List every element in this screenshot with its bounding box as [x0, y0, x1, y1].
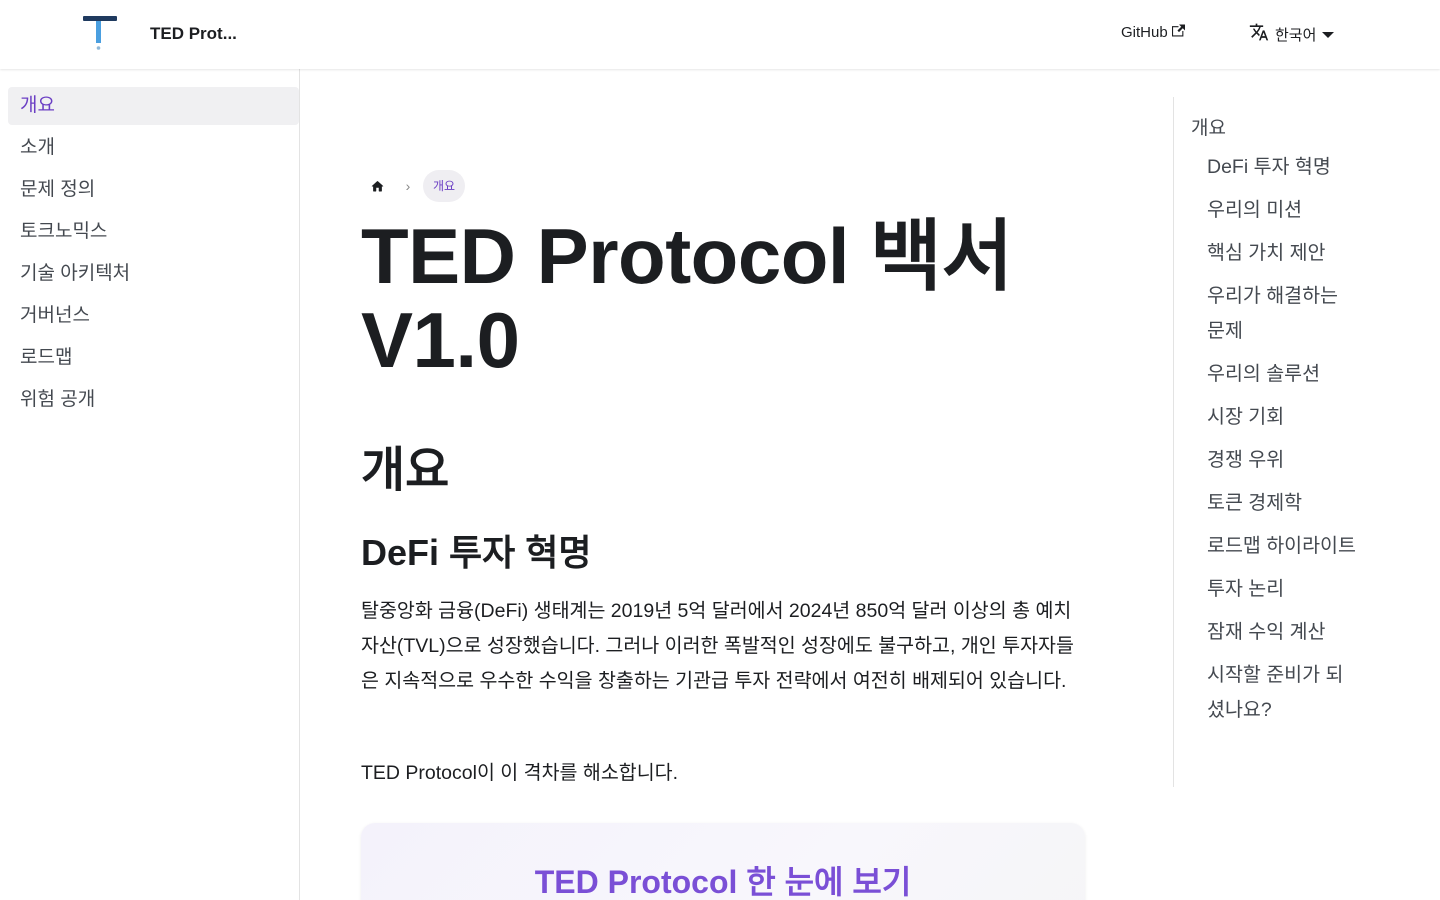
- sidebar-item-tokenomics[interactable]: 토크노믹스: [8, 213, 299, 251]
- github-link[interactable]: GitHub: [1121, 24, 1185, 41]
- ted-logo-icon: [82, 14, 118, 54]
- toc-item[interactable]: 우리의 솔루션: [1207, 357, 1359, 392]
- sidebar-item-introduction[interactable]: 소개: [8, 129, 299, 167]
- github-label: GitHub: [1121, 24, 1168, 41]
- language-label: 한국어: [1275, 26, 1317, 44]
- breadcrumb-current: 개요: [423, 170, 466, 202]
- toc-item[interactable]: 우리의 미션: [1207, 193, 1359, 228]
- sidebar: 개요 소개 문제 정의 토크노믹스 기술 아키텍처 거버넌스 로드맵 위험 공개: [0, 69, 300, 900]
- breadcrumb: › 개요: [361, 170, 466, 202]
- section-heading: 개요: [361, 444, 450, 497]
- summary-paragraph: TED Protocol이 이 격차를 해소합니다.: [361, 762, 679, 784]
- navbar: TED Prot... GitHub 한국어: [0, 0, 1440, 69]
- caret-down-icon: [1322, 26, 1335, 43]
- external-link-icon: [1171, 24, 1185, 41]
- toc-item[interactable]: 토큰 경제학: [1207, 486, 1359, 521]
- intro-paragraph: 탈중앙화 금융(DeFi) 생태계는 2019년 5억 달러에서 2024년 8…: [361, 600, 1074, 692]
- toc-item[interactable]: 투자 논리: [1207, 572, 1359, 607]
- chevron-right-icon: ›: [405, 178, 411, 194]
- toc-item-overview[interactable]: 개요: [1191, 116, 1373, 142]
- sidebar-item-overview[interactable]: 개요: [8, 87, 299, 125]
- subsection-heading: DeFi 투자 혁명: [361, 532, 592, 573]
- brand-link[interactable]: TED Prot...: [82, 14, 237, 54]
- sidebar-item-governance[interactable]: 거버넌스: [8, 297, 299, 335]
- overview-card: TED Protocol 한 눈에 보기: [361, 823, 1085, 900]
- sidebar-item-architecture[interactable]: 기술 아키텍처: [8, 255, 299, 293]
- brand-title: TED Prot...: [150, 24, 237, 43]
- toc-item[interactable]: 시장 기회: [1207, 400, 1359, 435]
- table-of-contents: 개요 DeFi 투자 혁명 우리의 미션 핵심 가치 제안 우리가 해결하는 문…: [1173, 97, 1373, 787]
- card-title: TED Protocol 한 눈에 보기: [534, 864, 912, 900]
- toc-item[interactable]: DeFi 투자 혁명: [1207, 150, 1359, 185]
- toc-list: DeFi 투자 혁명 우리의 미션 핵심 가치 제안 우리가 해결하는 문제 우…: [1191, 150, 1373, 728]
- translate-icon: [1249, 22, 1269, 46]
- page-title: TED Protocol 백서 V1.0: [361, 212, 1013, 384]
- language-dropdown[interactable]: 한국어: [1249, 22, 1335, 46]
- toc-item[interactable]: 핵심 가치 제안: [1207, 236, 1359, 271]
- toc-item[interactable]: 로드맵 하이라이트: [1207, 529, 1359, 564]
- sidebar-item-risk-disclosure[interactable]: 위험 공개: [8, 381, 299, 419]
- toc-item[interactable]: 경쟁 우위: [1207, 443, 1359, 478]
- toc-item[interactable]: 시작할 준비가 되셨나요?: [1207, 658, 1359, 728]
- sidebar-item-problem-definition[interactable]: 문제 정의: [8, 171, 299, 209]
- toc-item[interactable]: 우리가 해결하는 문제: [1207, 279, 1359, 349]
- sidebar-item-roadmap[interactable]: 로드맵: [8, 339, 299, 377]
- home-icon[interactable]: [361, 170, 393, 202]
- toc-item[interactable]: 잠재 수익 계산: [1207, 615, 1359, 650]
